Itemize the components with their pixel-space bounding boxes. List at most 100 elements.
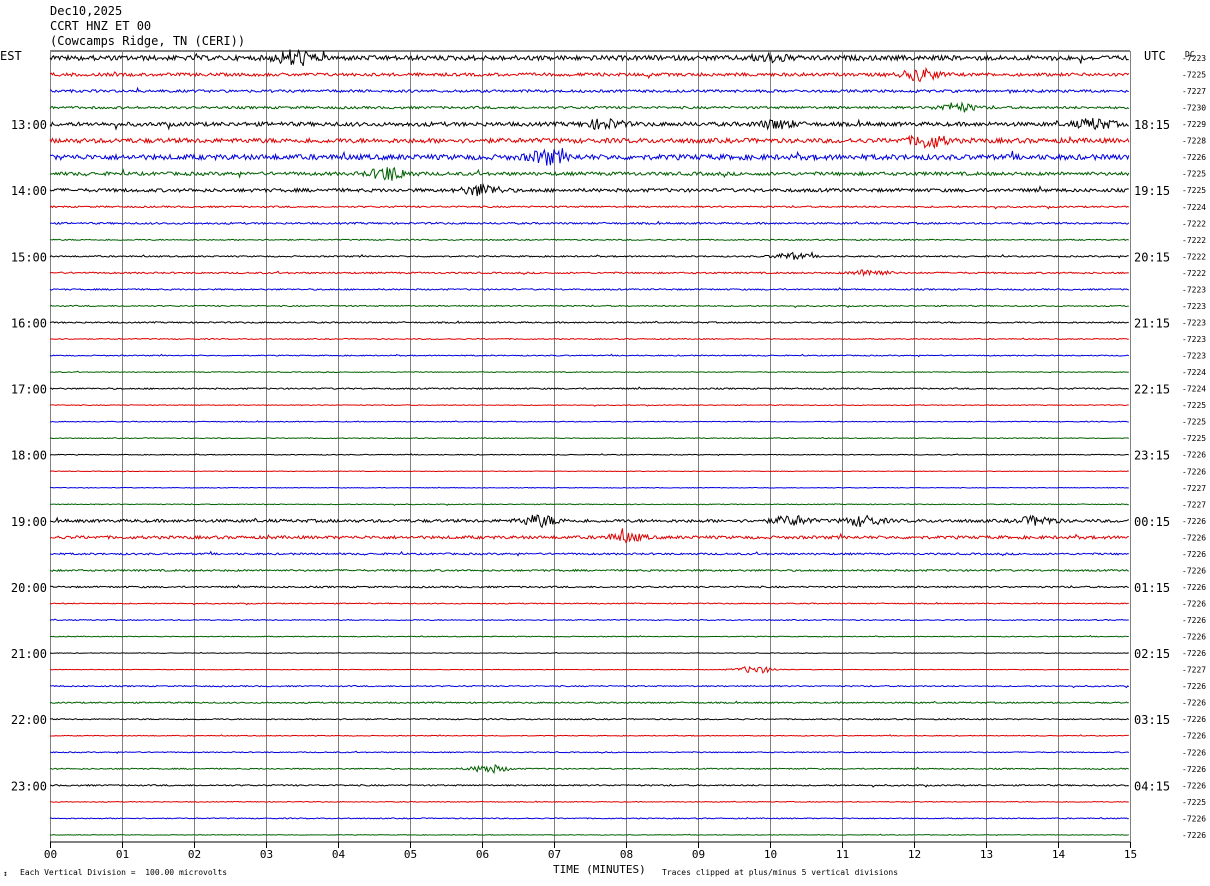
- trace-row-5: [49, 134, 1130, 150]
- dc-offset-label: -7223: [1182, 54, 1206, 63]
- left-hour-label: 14:00: [11, 184, 47, 198]
- dc-offset-label: -7226: [1182, 715, 1206, 724]
- scale-marker-icon: ↕: [3, 869, 8, 878]
- left-hour-label: 19:00: [11, 515, 47, 529]
- trace-row-47: [49, 833, 1129, 837]
- dc-offset-label: -7225: [1182, 418, 1206, 427]
- right-hour-label: 22:15: [1134, 383, 1170, 397]
- x-tick-label: 02: [188, 848, 201, 861]
- x-tick-label: 05: [404, 848, 417, 861]
- dc-offset-label: -7224: [1182, 385, 1206, 394]
- trace-row-10: [49, 220, 1130, 225]
- trace-row-2: [49, 86, 1129, 95]
- trace-row-17: [49, 337, 1129, 341]
- trace-row-43: [49, 763, 1130, 775]
- trace-row-39: [49, 700, 1129, 705]
- dc-offset-label: -7224: [1182, 368, 1206, 377]
- trace-row-11: [49, 238, 1129, 242]
- dc-offset-label: -7227: [1182, 500, 1206, 509]
- dc-offset-label: -7226: [1182, 748, 1206, 757]
- trace-row-35: [49, 634, 1129, 638]
- trace-row-9: [49, 204, 1130, 210]
- trace-row-23: [49, 436, 1129, 440]
- dc-offset-label: -7226: [1182, 467, 1206, 476]
- x-tick-label: 15: [1124, 848, 1137, 861]
- trace-row-19: [49, 370, 1129, 374]
- dc-offset-label: -7226: [1182, 533, 1206, 542]
- dc-offset-label: -7226: [1182, 633, 1206, 642]
- trace-row-13: [49, 269, 1129, 277]
- left-hour-label: 13:00: [11, 118, 47, 132]
- x-tick-label: 03: [260, 848, 273, 861]
- trace-row-38: [49, 684, 1130, 689]
- dc-offset-label: -7223: [1182, 285, 1206, 294]
- trace-row-7: [49, 166, 1130, 181]
- trace-row-41: [49, 734, 1129, 737]
- trace-row-16: [49, 320, 1129, 324]
- x-tick-label: 11: [836, 848, 849, 861]
- trace-row-27: [49, 503, 1129, 506]
- helicorder-plot: 00 01 02 03 04 05 06 07 08 09 10 11 12 13 14 15 -7223 -72…: [11, 48, 1206, 861]
- trace-row-46: [49, 816, 1129, 820]
- right-hour-label: 21:15: [1134, 316, 1170, 330]
- dc-offset-label: -7225: [1182, 798, 1206, 807]
- dc-offset-label: -7222: [1182, 252, 1206, 261]
- trace-row-28: [49, 514, 1130, 529]
- right-hour-label: 03:15: [1134, 713, 1170, 727]
- trace-row-29: [49, 528, 1129, 544]
- dc-offset-label: -7226: [1182, 682, 1206, 691]
- x-tick-label: 14: [1052, 848, 1066, 861]
- dc-offset-label: -7230: [1182, 104, 1206, 113]
- dc-offset-label: -7227: [1182, 484, 1206, 493]
- dc-offset-label: -7226: [1182, 814, 1206, 823]
- x-tick-label: 00: [44, 848, 57, 861]
- right-hour-label: 02:15: [1134, 647, 1170, 661]
- x-axis-title: TIME (MINUTES): [553, 863, 646, 876]
- dc-offset-label: -7226: [1182, 732, 1206, 741]
- dc-offset-label: -7225: [1182, 71, 1206, 80]
- trace-row-4: [49, 117, 1129, 131]
- trace-row-18: [49, 353, 1130, 358]
- x-tick-label: 01: [116, 848, 129, 861]
- trace-row-44: [49, 783, 1129, 788]
- dc-offset-label: -7229: [1182, 120, 1206, 129]
- x-tick-label: 07: [548, 848, 561, 861]
- trace-row-32: [49, 584, 1129, 589]
- left-hour-label: 15:00: [11, 250, 47, 264]
- left-hour-label: 20:00: [11, 581, 47, 595]
- trace-row-21: [49, 404, 1129, 407]
- left-hour-label: 23:00: [11, 779, 47, 793]
- trace-row-6: [49, 148, 1130, 166]
- left-hour-label: 21:00: [11, 647, 47, 661]
- dc-offset-label: -7226: [1182, 583, 1206, 592]
- trace-row-45: [49, 800, 1129, 803]
- right-hour-label: 19:15: [1134, 184, 1170, 198]
- left-hour-label: 17:00: [11, 383, 47, 397]
- x-tick-label: 09: [692, 848, 705, 861]
- trace-row-31: [49, 568, 1129, 573]
- right-hour-label: 04:15: [1134, 779, 1170, 793]
- trace-row-0: [49, 48, 1129, 67]
- trace-row-30: [49, 550, 1129, 557]
- dc-offset-label: -7225: [1182, 170, 1206, 179]
- left-hour-label: 16:00: [11, 316, 47, 330]
- dc-offset-label: -7226: [1182, 153, 1206, 162]
- dc-offset-label: -7225: [1182, 434, 1206, 443]
- trace-row-15: [49, 304, 1129, 309]
- trace-row-12: [49, 250, 1129, 260]
- x-tick-label: 12: [908, 848, 921, 861]
- trace-row-20: [49, 386, 1129, 390]
- right-hour-label: 01:15: [1134, 581, 1170, 595]
- vertical-scale-note: Each Vertical Division = 100.00 microvol…: [20, 868, 228, 877]
- dc-offset-label: -7226: [1182, 616, 1206, 625]
- trace-row-8: [49, 182, 1129, 197]
- trace-row-40: [49, 717, 1130, 721]
- dc-offset-label: -7225: [1182, 186, 1206, 195]
- right-hour-label: 18:15: [1134, 118, 1170, 132]
- dc-offset-label: -7226: [1182, 451, 1206, 460]
- dc-offset-label: -7226: [1182, 781, 1206, 790]
- dc-offset-label: -7222: [1182, 269, 1206, 278]
- dc-offset-label: -7226: [1182, 517, 1206, 526]
- trace-row-37: [49, 665, 1129, 674]
- trace-row-1: [49, 66, 1130, 83]
